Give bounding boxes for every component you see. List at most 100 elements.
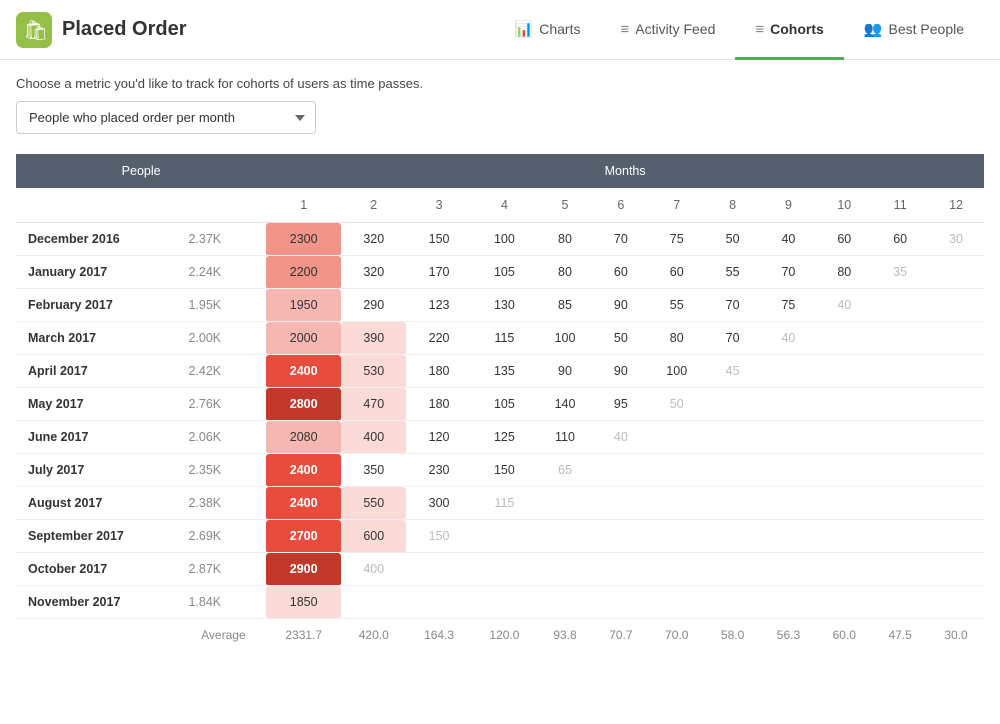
cohort-cell: 2800 [266,388,341,421]
nav-activity-label: Activity Feed [635,21,715,37]
cohort-cell [816,322,872,355]
nav-charts-label: Charts [539,21,580,37]
row-count: 2.87K [180,553,266,586]
cohort-cell: 80 [537,256,593,289]
cohort-cell [816,586,872,619]
average-cell: 70.0 [649,619,705,652]
cohort-table: People Months 1 2 3 4 5 6 7 8 9 10 1 [16,154,984,651]
empty-col-1 [16,188,180,223]
cohort-cell: 2700 [266,520,341,553]
cohort-cell: 220 [406,322,471,355]
cohort-cell [537,520,593,553]
cohort-cell: 80 [649,322,705,355]
average-cell: 120.0 [472,619,537,652]
cohort-cell: 45 [705,355,761,388]
cohort-cell: 70 [761,256,817,289]
cohort-cell [872,487,928,520]
cohort-cell [406,586,471,619]
app-header: 🛍 Placed Order 📊 Charts ≡ Activity Feed … [0,0,1000,60]
cohort-cell: 40 [816,289,872,322]
cohort-cell: 100 [472,223,537,256]
row-month-label: March 2017 [16,322,180,355]
nav-best-people-label: Best People [889,21,965,37]
logo-area: 🛍 Placed Order [16,12,495,48]
cohort-cell: 100 [649,355,705,388]
cohort-cell: 2400 [266,355,341,388]
nav-best-people[interactable]: 👥 Best People [844,1,984,60]
main-content: Choose a metric you'd like to track for … [0,60,1000,651]
average-cell: 164.3 [406,619,471,652]
cohort-cell [406,553,471,586]
cohort-cell: 100 [537,322,593,355]
nav-cohorts[interactable]: ≡ Cohorts [735,1,843,60]
cohort-cell: 390 [341,322,406,355]
cohort-cell [705,553,761,586]
average-cell: 30.0 [928,619,984,652]
cohort-cell [928,256,984,289]
cohort-cell: 135 [472,355,537,388]
row-count: 2.24K [180,256,266,289]
month-num-7: 7 [649,188,705,223]
row-month-label: April 2017 [16,355,180,388]
table-row: April 20172.42K2400530180135909010045 [16,355,984,388]
nav-activity-feed[interactable]: ≡ Activity Feed [600,1,735,60]
table-row: July 20172.35K240035023015065 [16,454,984,487]
month-num-9: 9 [761,188,817,223]
metric-dropdown[interactable]: People who placed order per month [16,101,316,134]
average-row: Average2331.7420.0164.3120.093.870.770.0… [16,619,984,652]
cohort-cell: 70 [705,289,761,322]
cohort-cell [472,553,537,586]
cohort-cell: 65 [537,454,593,487]
cohort-cell [649,586,705,619]
cohort-cell: 105 [472,256,537,289]
cohort-cell [872,586,928,619]
month-number-row: 1 2 3 4 5 6 7 8 9 10 11 12 [16,188,984,223]
cohort-cell [928,322,984,355]
cohort-cell [705,520,761,553]
nav-cohorts-label: Cohorts [770,21,824,37]
table-row: November 20171.84K1850 [16,586,984,619]
cohort-cell [537,586,593,619]
month-num-4: 4 [472,188,537,223]
cohort-cell [761,421,817,454]
cohort-cell [928,553,984,586]
cohort-cell [593,586,649,619]
table-row: January 20172.24K22003201701058060605570… [16,256,984,289]
cohort-cell [928,454,984,487]
row-count: 2.76K [180,388,266,421]
cohorts-icon: ≡ [755,21,764,38]
row-month-label: January 2017 [16,256,180,289]
activity-feed-icon: ≡ [620,21,629,38]
cohort-cell: 2000 [266,322,341,355]
month-num-1: 1 [266,188,341,223]
cohort-cell: 60 [593,256,649,289]
cohort-cell: 50 [593,322,649,355]
cohort-cell: 400 [341,553,406,586]
row-month-label: July 2017 [16,454,180,487]
cohort-cell [649,421,705,454]
cohort-cell: 105 [472,388,537,421]
row-count: 2.42K [180,355,266,388]
cohort-cell: 90 [537,355,593,388]
month-num-3: 3 [406,188,471,223]
cohort-cell: 80 [816,256,872,289]
row-month-label: November 2017 [16,586,180,619]
table-row: February 20171.95K1950290123130859055707… [16,289,984,322]
cohort-cell: 350 [341,454,406,487]
cohort-cell: 123 [406,289,471,322]
row-count: 2.35K [180,454,266,487]
row-count: 2.00K [180,322,266,355]
cohort-cell [816,520,872,553]
average-cell: 58.0 [705,619,761,652]
cohort-cell [761,586,817,619]
cohort-cell [928,520,984,553]
average-label [16,619,180,652]
average-cell: 420.0 [341,619,406,652]
metric-dropdown-wrapper: People who placed order per month [16,101,984,134]
cohort-cell [872,355,928,388]
table-row: December 20162.37K2300320150100807075504… [16,223,984,256]
nav-charts[interactable]: 📊 Charts [495,1,601,60]
cohort-cell: 140 [537,388,593,421]
cohort-cell: 400 [341,421,406,454]
cohort-cell [761,487,817,520]
